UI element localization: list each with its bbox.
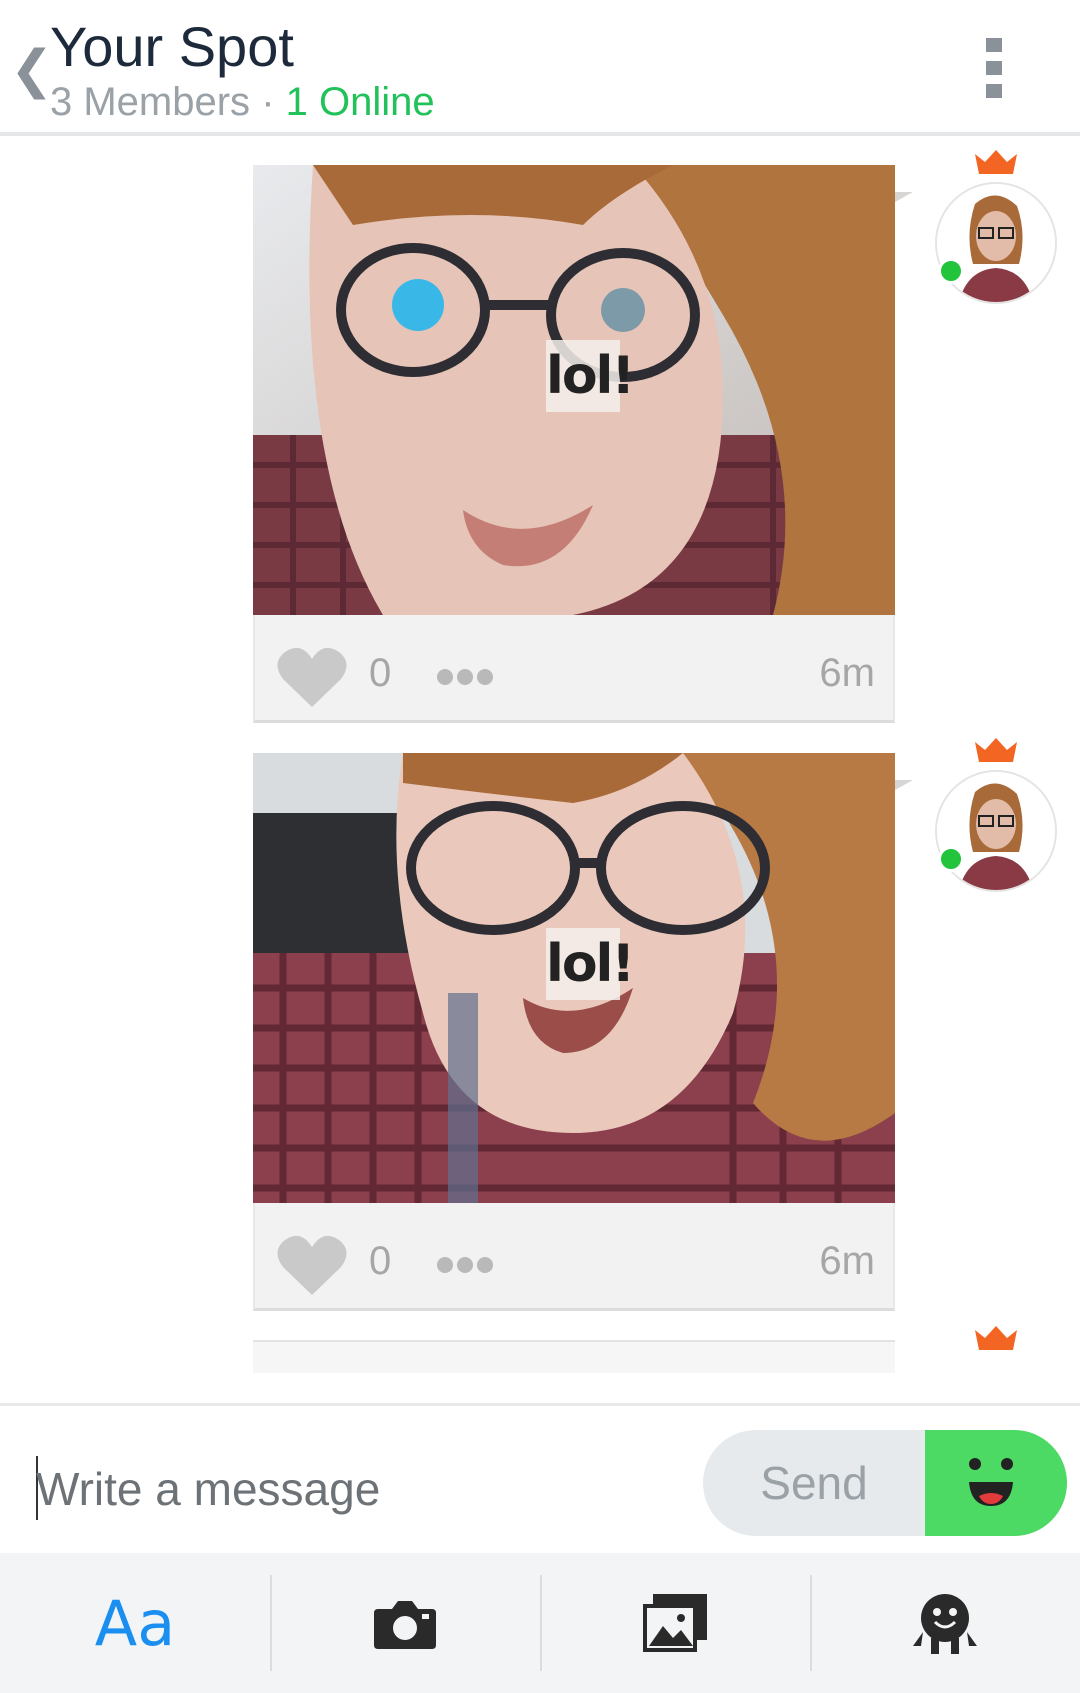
stickers-button[interactable] [810, 1553, 1080, 1693]
text-format-button[interactable]: Aa [0, 1553, 270, 1693]
more-dots-icon [437, 1257, 453, 1273]
message-timestamp: 6m [819, 1239, 875, 1283]
like-count: 0 [369, 651, 392, 695]
photo-message: lol! 0 6m [253, 753, 895, 1311]
gallery-button[interactable] [540, 1553, 810, 1693]
chat-subtitle: 3 Members · 1 Online [50, 80, 435, 125]
overflow-menu-button[interactable] [986, 38, 1002, 98]
crown-icon [975, 150, 1017, 174]
online-status-dot [938, 258, 964, 284]
avatar[interactable] [937, 184, 1055, 302]
photo-message [253, 1340, 895, 1373]
photo-image[interactable]: lol! [253, 165, 895, 615]
camera-icon [374, 1601, 436, 1649]
message-input[interactable] [36, 1454, 676, 1524]
chevron-left-icon: ❮ [10, 41, 54, 99]
message-actions-bar: 0 6m [253, 615, 895, 723]
member-count: 3 Members [50, 80, 251, 124]
camera-button[interactable] [270, 1553, 540, 1693]
send-controls: Send [703, 1430, 1067, 1536]
smiley-face-icon [969, 1458, 1013, 1506]
send-button[interactable]: Send [703, 1430, 925, 1536]
bubble-tail [895, 192, 913, 202]
photo-caption: lol! [546, 340, 635, 412]
crown-icon [975, 1326, 1017, 1350]
back-button[interactable]: ❮ [10, 40, 54, 100]
message-actions-bar: 0 6m [253, 1203, 895, 1311]
more-options-button[interactable] [437, 1257, 493, 1273]
crown-icon [975, 738, 1017, 762]
like-count: 0 [369, 1239, 392, 1283]
more-options-button[interactable] [437, 669, 493, 685]
chat-title: Your Spot [50, 15, 294, 78]
subtitle-separator: · [261, 80, 275, 124]
photo-message: lol! 0 6m [253, 165, 895, 723]
online-status-dot [938, 846, 964, 872]
online-count: 1 Online [285, 80, 435, 124]
photo-caption: lol! [546, 928, 635, 1000]
more-dots-icon [437, 669, 453, 685]
stickers-icon [913, 1594, 977, 1654]
heart-icon[interactable] [277, 645, 347, 709]
message-timestamp: 6m [819, 651, 875, 695]
gallery-icon [643, 1594, 707, 1652]
chat-header: ❮ Your Spot 3 Members · 1 Online [0, 0, 1080, 136]
emoji-button[interactable] [925, 1430, 1067, 1536]
bottom-toolbar: Aa [0, 1553, 1080, 1693]
text-format-icon: Aa [94, 1586, 176, 1660]
avatar[interactable] [937, 772, 1055, 890]
overflow-menu-icon [986, 38, 1002, 52]
message-composer: Send [0, 1403, 1080, 1553]
heart-icon[interactable] [277, 1233, 347, 1297]
bubble-tail [895, 780, 913, 790]
photo-image[interactable]: lol! [253, 753, 895, 1203]
message-feed[interactable]: lol! 0 6m lol! 0 6m [0, 140, 1080, 1373]
